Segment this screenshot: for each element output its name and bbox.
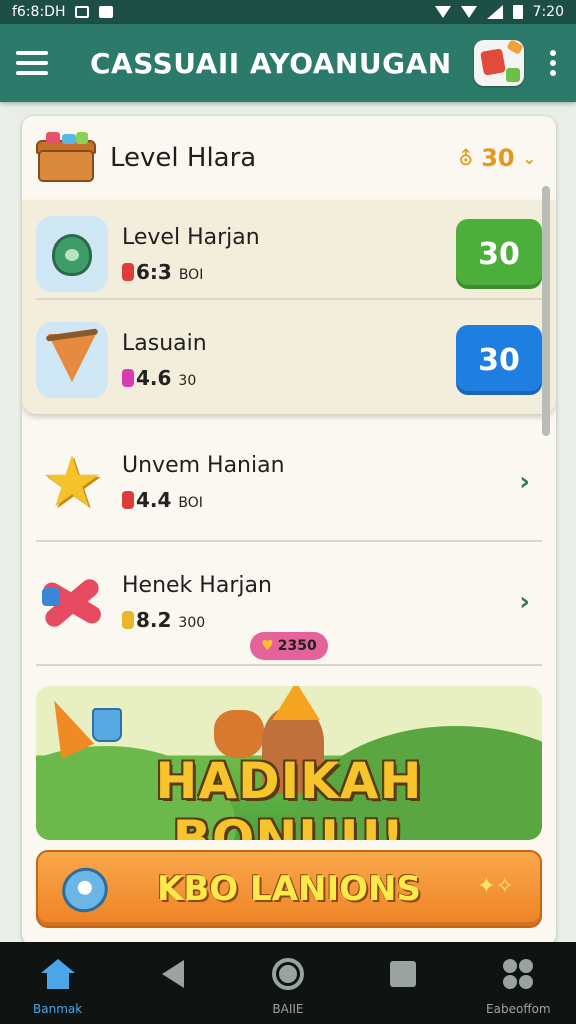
points-value: 30 [481,144,515,172]
app-bar: CASSUAII AYOANUGAN [0,24,576,102]
play-button-label: 30 [478,342,520,378]
nav-item-home[interactable]: Banmak [3,956,113,1016]
nav-item-center[interactable]: BAIIE [233,956,343,1016]
chevron-down-icon: ⌄ [522,148,536,168]
chevron-right-icon[interactable]: › [519,467,530,497]
row-subtitle: 8.2 300 [122,608,519,632]
heart-icon: ♥ [261,638,274,654]
party-hat-icon [272,686,320,720]
bottom-nav: Banmak BAIIE Eabeoffom [0,942,576,1024]
nav-item-back[interactable] [118,956,228,1002]
bonus-banner[interactable]: HADIKAH BONUU! [36,686,542,840]
app-notification-icon [99,6,114,18]
row-title: Level Harjan [122,224,260,250]
battery-icon [512,5,523,19]
tag-icon [122,490,134,509]
sparkle-icon: ✦✧ [477,874,514,899]
home-circle-icon [271,958,304,990]
points-display[interactable]: ⛢ 30 ⌄ [459,144,536,172]
treasure-chest-icon [36,132,96,184]
list-item-level-harjan[interactable]: Level Harjan 6:3 BOI 30 [22,208,556,300]
back-icon [161,960,184,988]
bucket-icon [92,708,122,742]
tag-icon [122,262,134,281]
nav-label: Eabeoffom [486,1002,551,1016]
coin-badge-value: 2350 [277,638,317,654]
notification-icon [75,6,90,18]
row-subtitle: 6:3 BOI [122,260,456,284]
nav-label: BAIIE [272,1002,304,1016]
banner-title: HADIKAH BONUU! [155,752,423,840]
home-icon [40,959,75,989]
status-time: 7:20 [532,4,564,20]
star-icon: ★ [40,441,104,523]
status-left-text: f6:8:DH [12,4,66,20]
status-bar: f6:8:DH 7:20 [0,0,576,24]
list-item-lasuain[interactable]: Lasuain 4.6 30 30 [22,314,556,406]
recents-icon [390,961,417,987]
melon-icon [36,216,108,292]
row-title: Unvem Hanian [122,452,285,478]
list-item-unvem-hanian[interactable]: ★ Unvem Hanian 4.4 BOI › [22,436,556,528]
row-subtitle: 4.6 30 [122,366,456,390]
level-card: Level Hlara ⛢ 30 ⌄ Level Harjan 6:3 BOI … [22,116,556,946]
coin-badge: ♥ 2350 [250,632,328,660]
nav-item-extensions[interactable]: Eabeoffom [463,956,573,1016]
puzzle-icon [503,959,534,989]
data-icon [460,6,477,18]
highlighted-panel: Level Harjan 6:3 BOI 30 Lasuain 4.6 30 3… [22,200,556,414]
hanger-icon [36,322,108,398]
tag-icon [122,368,134,387]
candy-cross-icon [36,564,108,640]
kebab-icon[interactable] [550,50,556,76]
nav-label: Banmak [33,1002,83,1016]
hamburger-icon[interactable] [16,51,48,75]
divider [36,664,542,666]
tag-icon [122,610,134,629]
chevron-right-icon[interactable]: › [519,587,530,617]
app-title: CASSUAII AYOANUGAN [90,46,452,80]
cta-button[interactable]: KBO LANIONS ✦✧ [36,850,542,928]
cta-label: KBO LANIONS [157,869,421,909]
card-title: Level Hlara [110,143,257,173]
app-logo-icon[interactable] [474,39,524,86]
play-button[interactable]: 30 [456,219,542,289]
row-title: Henek Harjan [122,572,272,598]
divider [36,298,542,300]
fox-character [214,710,264,758]
play-button-label: 30 [478,236,520,272]
card-header[interactable]: Level Hlara ⛢ 30 ⌄ [22,116,556,200]
points-icon: ⛢ [458,146,474,170]
play-button[interactable]: 30 [456,325,542,395]
wifi-icon [434,6,451,18]
row-subtitle: 4.4 BOI [122,488,519,512]
signal-icon [486,5,503,19]
divider [36,540,542,542]
row-title: Lasuain [122,330,207,356]
nav-item-recents[interactable] [348,956,458,1002]
scrollbar[interactable] [542,186,550,436]
